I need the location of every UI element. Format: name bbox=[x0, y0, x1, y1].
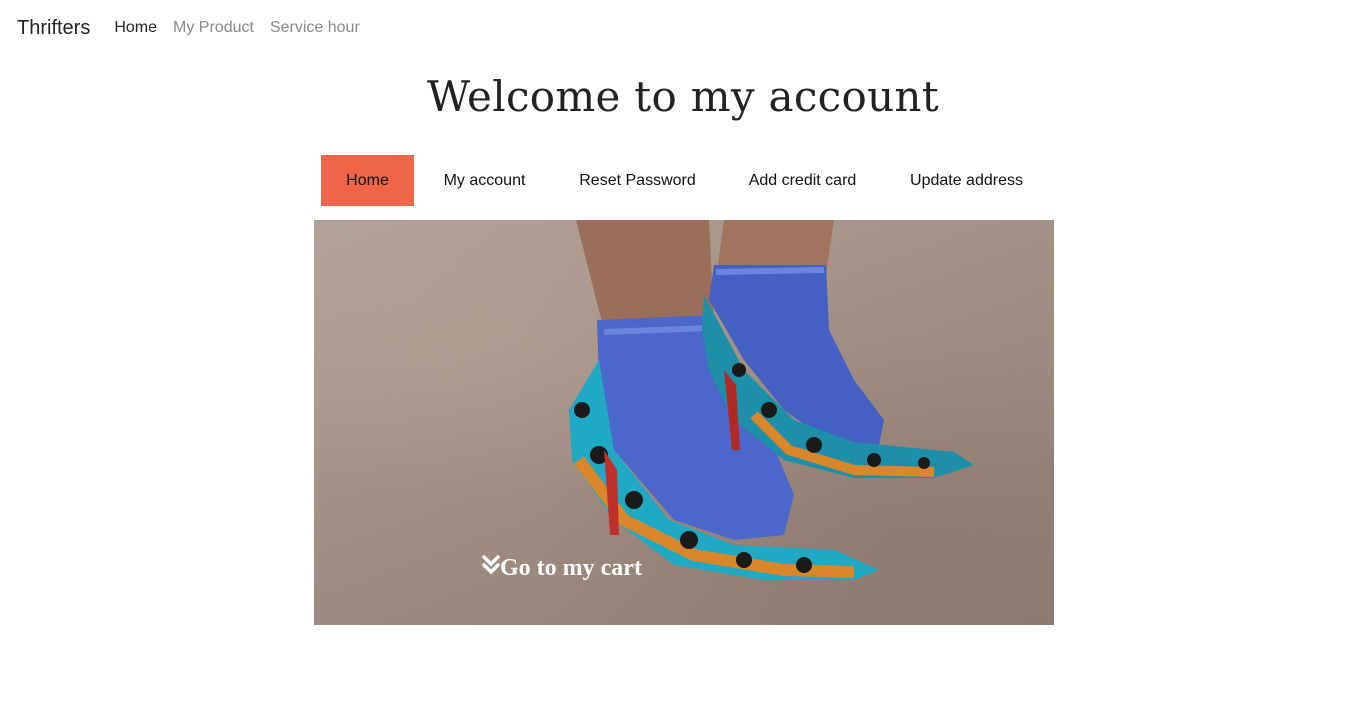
account-tabs: Home My account Reset Password Add credi… bbox=[321, 155, 1048, 206]
tab-reset-password[interactable]: Reset Password bbox=[555, 155, 720, 206]
hero-shoes-illustration bbox=[569, 220, 974, 580]
tab-home[interactable]: Home bbox=[321, 155, 414, 206]
nav-link-home[interactable]: Home bbox=[114, 19, 157, 37]
tab-update-address[interactable]: Update address bbox=[885, 155, 1048, 206]
double-chevron-down-icon bbox=[482, 555, 500, 580]
hero-image: Go to my cart bbox=[314, 220, 1054, 625]
go-to-cart-label: Go to my cart bbox=[500, 555, 642, 581]
tab-my-account[interactable]: My account bbox=[414, 155, 555, 206]
top-navbar: Thrifters Home My Product Service hour bbox=[0, 0, 1366, 56]
tab-add-credit-card[interactable]: Add credit card bbox=[720, 155, 885, 206]
nav-link-service-hour[interactable]: Service hour bbox=[270, 19, 360, 37]
go-to-cart-link[interactable]: Go to my cart bbox=[482, 555, 642, 582]
brand-logo[interactable]: Thrifters bbox=[17, 17, 90, 40]
nav-link-my-product[interactable]: My Product bbox=[173, 19, 254, 37]
page-title: Welcome to my account bbox=[427, 72, 939, 121]
